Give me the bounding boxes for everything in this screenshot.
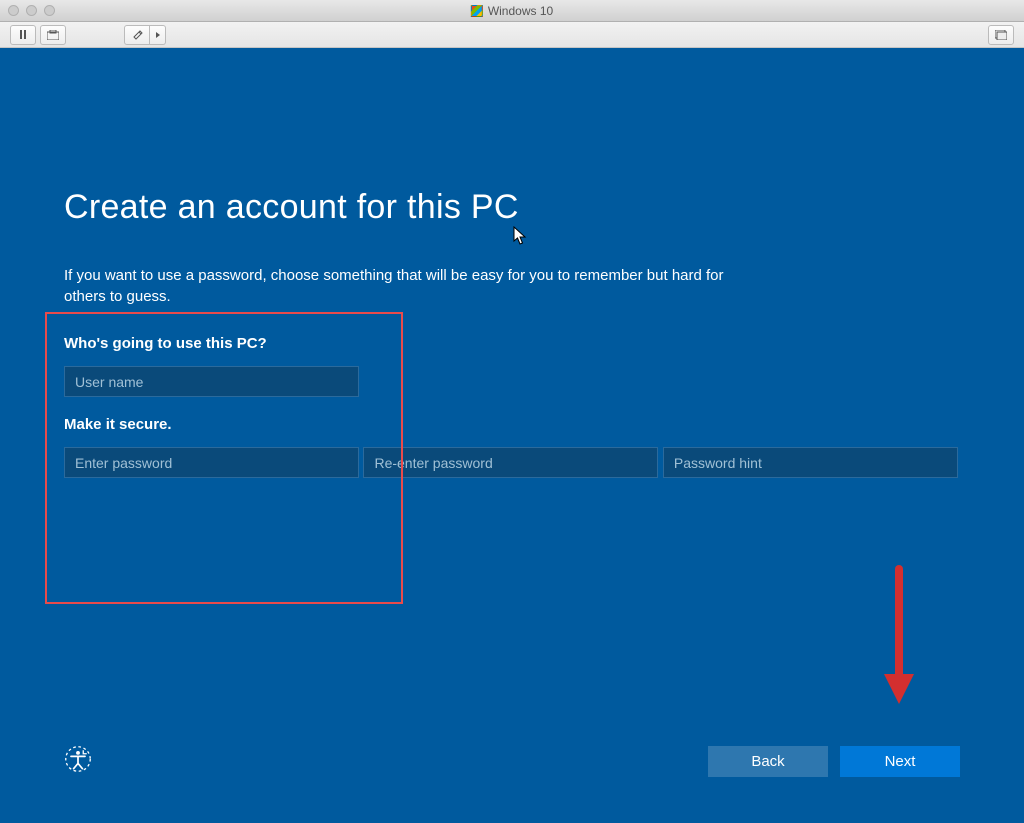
- password-field[interactable]: [64, 447, 359, 478]
- fullscreen-button[interactable]: [988, 25, 1014, 45]
- vm-toolbar: [0, 22, 1024, 48]
- mac-titlebar: Windows 10: [0, 0, 1024, 22]
- annotation-arrow: [879, 564, 919, 714]
- windows-setup-screen: Create an account for this PC If you wan…: [0, 48, 1024, 823]
- page-subtitle: If you want to use a password, choose so…: [64, 265, 724, 307]
- settings-button[interactable]: [124, 25, 150, 45]
- pause-button[interactable]: [10, 25, 36, 45]
- username-field[interactable]: [64, 366, 359, 397]
- who-label: Who's going to use this PC?: [64, 335, 960, 352]
- user-form: Who's going to use this PC? Make it secu…: [64, 335, 960, 491]
- back-button[interactable]: Back: [708, 746, 828, 777]
- window-title: Windows 10: [488, 4, 553, 18]
- zoom-traffic-light[interactable]: [44, 5, 55, 16]
- page-title: Create an account for this PC: [64, 188, 960, 227]
- password-hint-field[interactable]: [663, 447, 958, 478]
- password-confirm-field[interactable]: [363, 447, 658, 478]
- close-traffic-light[interactable]: [8, 5, 19, 16]
- accessibility-icon[interactable]: [64, 745, 92, 778]
- minimize-traffic-light[interactable]: [26, 5, 37, 16]
- secure-label: Make it secure.: [64, 416, 960, 433]
- snapshot-button[interactable]: [40, 25, 66, 45]
- windows-icon: [471, 5, 483, 17]
- dropdown-button[interactable]: [150, 25, 166, 45]
- next-button[interactable]: Next: [840, 746, 960, 777]
- bottom-bar: Back Next: [0, 728, 1024, 823]
